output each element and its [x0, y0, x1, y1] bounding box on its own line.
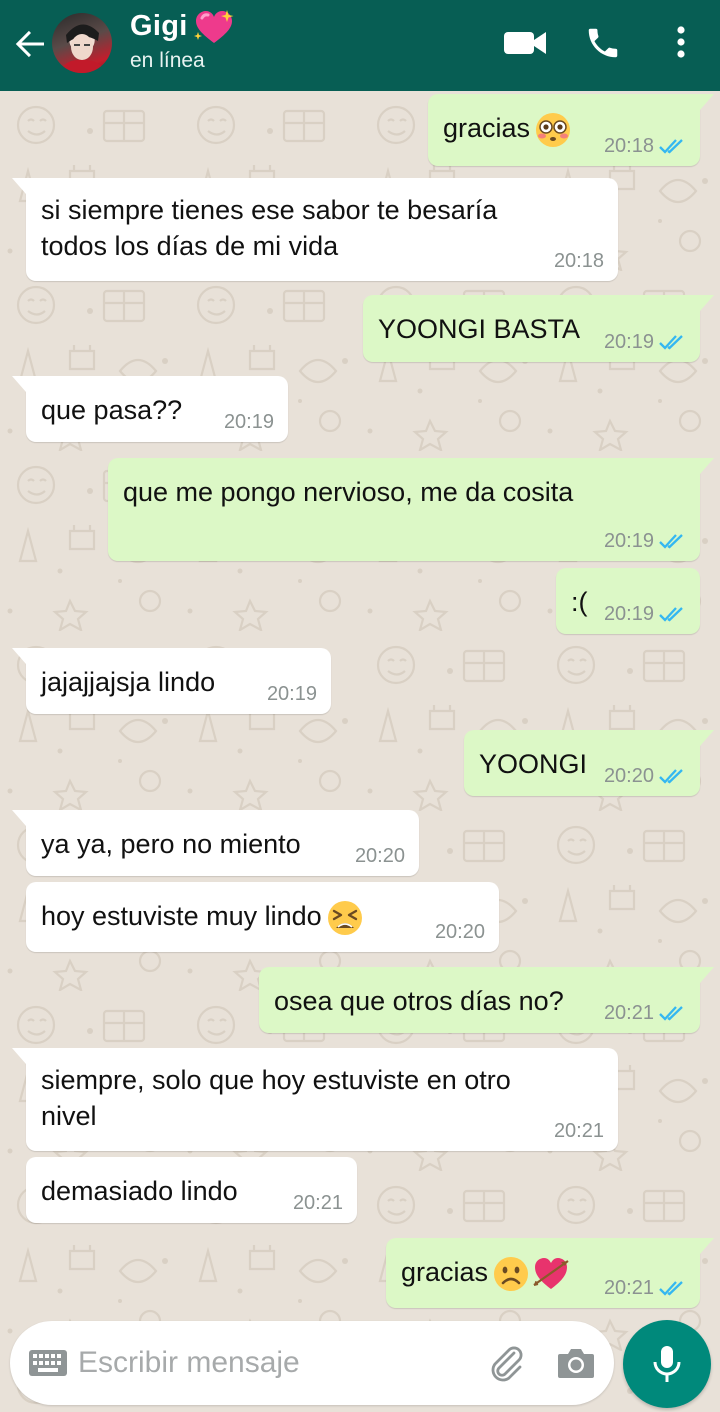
message-bubble-incoming[interactable]: que pasa?? 20:19 — [12, 376, 288, 442]
read-double-check-icon — [659, 534, 683, 549]
message-meta: 20:19 — [604, 528, 686, 553]
contact-name[interactable]: Gigi — [130, 10, 188, 43]
message-meta: 20:19 — [267, 681, 317, 706]
message-meta: 20:18 — [604, 133, 686, 158]
message-bubble-incoming[interactable]: demasiado lindo 20:21 — [26, 1157, 357, 1223]
message-time: 20:20 — [603, 765, 654, 787]
voice-message-button[interactable] — [623, 1320, 711, 1408]
message-bubble-outgoing[interactable]: :( 20:19 — [556, 568, 700, 634]
message-line: nivel — [41, 1101, 97, 1131]
message-time: 20:19 — [603, 331, 654, 353]
message-text: jajajjajsja lindo — [41, 667, 216, 697]
read-double-check-icon — [659, 1281, 683, 1296]
message-line: siempre, solo que hoy estuviste en otro — [41, 1065, 511, 1095]
message-text: osea que otros días no? — [274, 986, 564, 1016]
message-time: 20:21 — [603, 1277, 654, 1299]
message-bubble-outgoing[interactable]: que me pongo nervioso, me da cosita 20:1… — [108, 458, 714, 561]
message-meta: 20:21 — [293, 1190, 343, 1215]
message-bubble-outgoing[interactable]: gracias 20:21 — [386, 1238, 714, 1308]
heart-with-arrow-icon — [533, 1257, 569, 1289]
message-meta: 20:18 — [554, 248, 604, 273]
message-text-content: gracias — [443, 113, 531, 143]
message-bubble-outgoing[interactable]: osea que otros días no? 20:21 — [259, 967, 714, 1033]
message-text: gracias — [401, 1254, 570, 1293]
read-double-check-icon — [659, 1006, 683, 1021]
chat-header: Gigi en línea — [0, 0, 720, 91]
message-bubble-outgoing[interactable]: YOONGI BASTA 20:19 — [363, 295, 714, 362]
message-text: si siempre tienes ese sabor te besaría t… — [41, 192, 497, 264]
message-time: 20:19 — [223, 411, 274, 433]
phone-icon[interactable] — [584, 24, 622, 62]
paperclip-icon[interactable] — [486, 1343, 526, 1383]
video-call-icon[interactable] — [502, 26, 548, 60]
message-time: 20:19 — [603, 530, 654, 552]
message-text-content: hoy estuviste muy lindo — [41, 901, 322, 931]
message-line: si siempre tienes ese sabor te besaría — [41, 195, 498, 225]
message-text: gracias — [443, 110, 572, 149]
message-bubble-incoming[interactable]: ya ya, pero no miento 20:20 — [12, 810, 419, 876]
message-meta: 20:21 — [604, 1275, 686, 1300]
message-time: 20:20 — [434, 921, 485, 943]
message-text: siempre, solo que hoy estuviste en otro … — [41, 1062, 511, 1134]
message-text: :( — [571, 587, 588, 617]
message-bubble-incoming[interactable]: siempre, solo que hoy estuviste en otro … — [12, 1048, 618, 1151]
message-time: 20:21 — [603, 1002, 654, 1024]
message-text: demasiado lindo — [41, 1176, 238, 1206]
message-input[interactable] — [78, 1343, 478, 1383]
read-double-check-icon — [659, 139, 683, 154]
message-text: que pasa?? — [41, 395, 183, 425]
contact-status: en línea — [130, 49, 205, 72]
message-bubble-incoming[interactable]: jajajjajsja lindo 20:19 — [12, 648, 331, 714]
message-meta: 20:21 — [554, 1118, 604, 1143]
read-double-check-icon — [659, 335, 683, 350]
frowning-face-icon — [494, 1256, 529, 1291]
tired-face-icon — [327, 900, 362, 935]
message-meta: 20:19 — [224, 409, 274, 434]
message-time: 20:18 — [603, 135, 654, 157]
read-double-check-icon — [659, 607, 683, 622]
message-meta: 20:21 — [604, 1000, 686, 1025]
flushed-face-icon — [536, 112, 571, 147]
message-time: 20:21 — [292, 1192, 343, 1214]
message-bubble-incoming[interactable]: si siempre tienes ese sabor te besaría t… — [12, 178, 618, 281]
read-double-check-icon — [659, 769, 683, 784]
message-meta: 20:19 — [604, 601, 686, 626]
message-text: YOONGI BASTA — [378, 314, 581, 344]
message-time: 20:20 — [354, 845, 405, 867]
avatar[interactable] — [52, 13, 112, 73]
message-composer — [10, 1321, 614, 1405]
message-line: todos los días de mi vida — [41, 231, 339, 261]
message-text: YOONGI — [479, 749, 588, 779]
microphone-icon — [653, 1346, 681, 1382]
message-meta: 20:20 — [435, 919, 485, 944]
message-meta: 20:20 — [355, 843, 405, 868]
message-text: hoy estuviste muy lindo — [41, 898, 364, 937]
message-text-content: gracias — [401, 1257, 489, 1287]
message-meta: 20:20 — [604, 763, 686, 788]
more-options-icon[interactable] — [668, 22, 694, 62]
message-time: 20:21 — [553, 1120, 604, 1142]
message-text: ya ya, pero no miento — [41, 829, 301, 859]
message-meta: 20:19 — [604, 329, 686, 354]
camera-icon[interactable] — [556, 1345, 596, 1381]
message-time: 20:19 — [266, 683, 317, 705]
back-arrow-icon[interactable] — [10, 24, 50, 64]
message-bubble-outgoing[interactable]: gracias 20:18 — [428, 94, 714, 166]
message-time: 20:18 — [553, 250, 604, 272]
chat-area[interactable]: gracias 20:18 si siempre tienes ese sabo… — [0, 91, 720, 1412]
message-time: 20:19 — [603, 603, 654, 625]
message-bubble-incoming[interactable]: hoy estuviste muy lindo 20:20 — [26, 882, 499, 952]
sparkling-heart-icon — [194, 10, 234, 43]
message-bubble-outgoing[interactable]: YOONGI 20:20 — [464, 730, 714, 796]
message-text: que me pongo nervioso, me da cosita — [123, 477, 574, 507]
keyboard-icon[interactable] — [28, 1349, 68, 1377]
